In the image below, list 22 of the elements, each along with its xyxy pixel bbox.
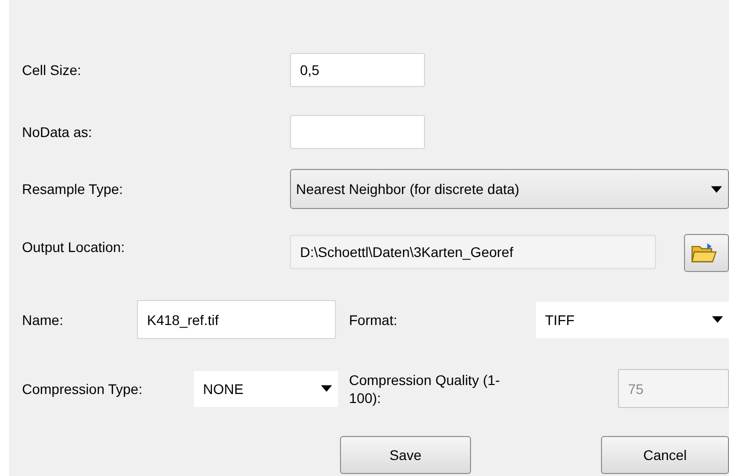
save-button[interactable]: Save [340, 436, 471, 474]
caret-icon [321, 385, 332, 392]
input-field[interactable]: D:\Schoettl\Daten\3Karten_Georef [290, 235, 656, 269]
field-label: Format: [349, 312, 398, 328]
field-label: NoData as: [22, 124, 94, 140]
field-label: Name: [22, 312, 64, 328]
field-label: Resample Type: [22, 181, 124, 197]
input-field[interactable] [290, 115, 425, 149]
input-field[interactable]: K418_ref.tif [137, 300, 336, 339]
field-label: Compression Type: [22, 380, 144, 396]
cancel-button[interactable]: Cancel [601, 436, 729, 474]
caret-icon [712, 316, 723, 323]
dropdown[interactable]: Nearest Neighbor (for discrete data) [290, 169, 729, 209]
field-label: Cell Size: [22, 62, 82, 78]
folder-icon [691, 242, 717, 264]
field-label: Compression Quality (1-100): [349, 370, 501, 406]
input-field[interactable]: 0,5 [290, 53, 425, 87]
dropdown[interactable]: NONE [194, 370, 338, 406]
dropdown[interactable]: TIFF [536, 302, 729, 338]
caret-icon [711, 186, 722, 192]
field-label: Output Location: [22, 238, 126, 255]
browse-folder-button[interactable] [684, 234, 729, 272]
